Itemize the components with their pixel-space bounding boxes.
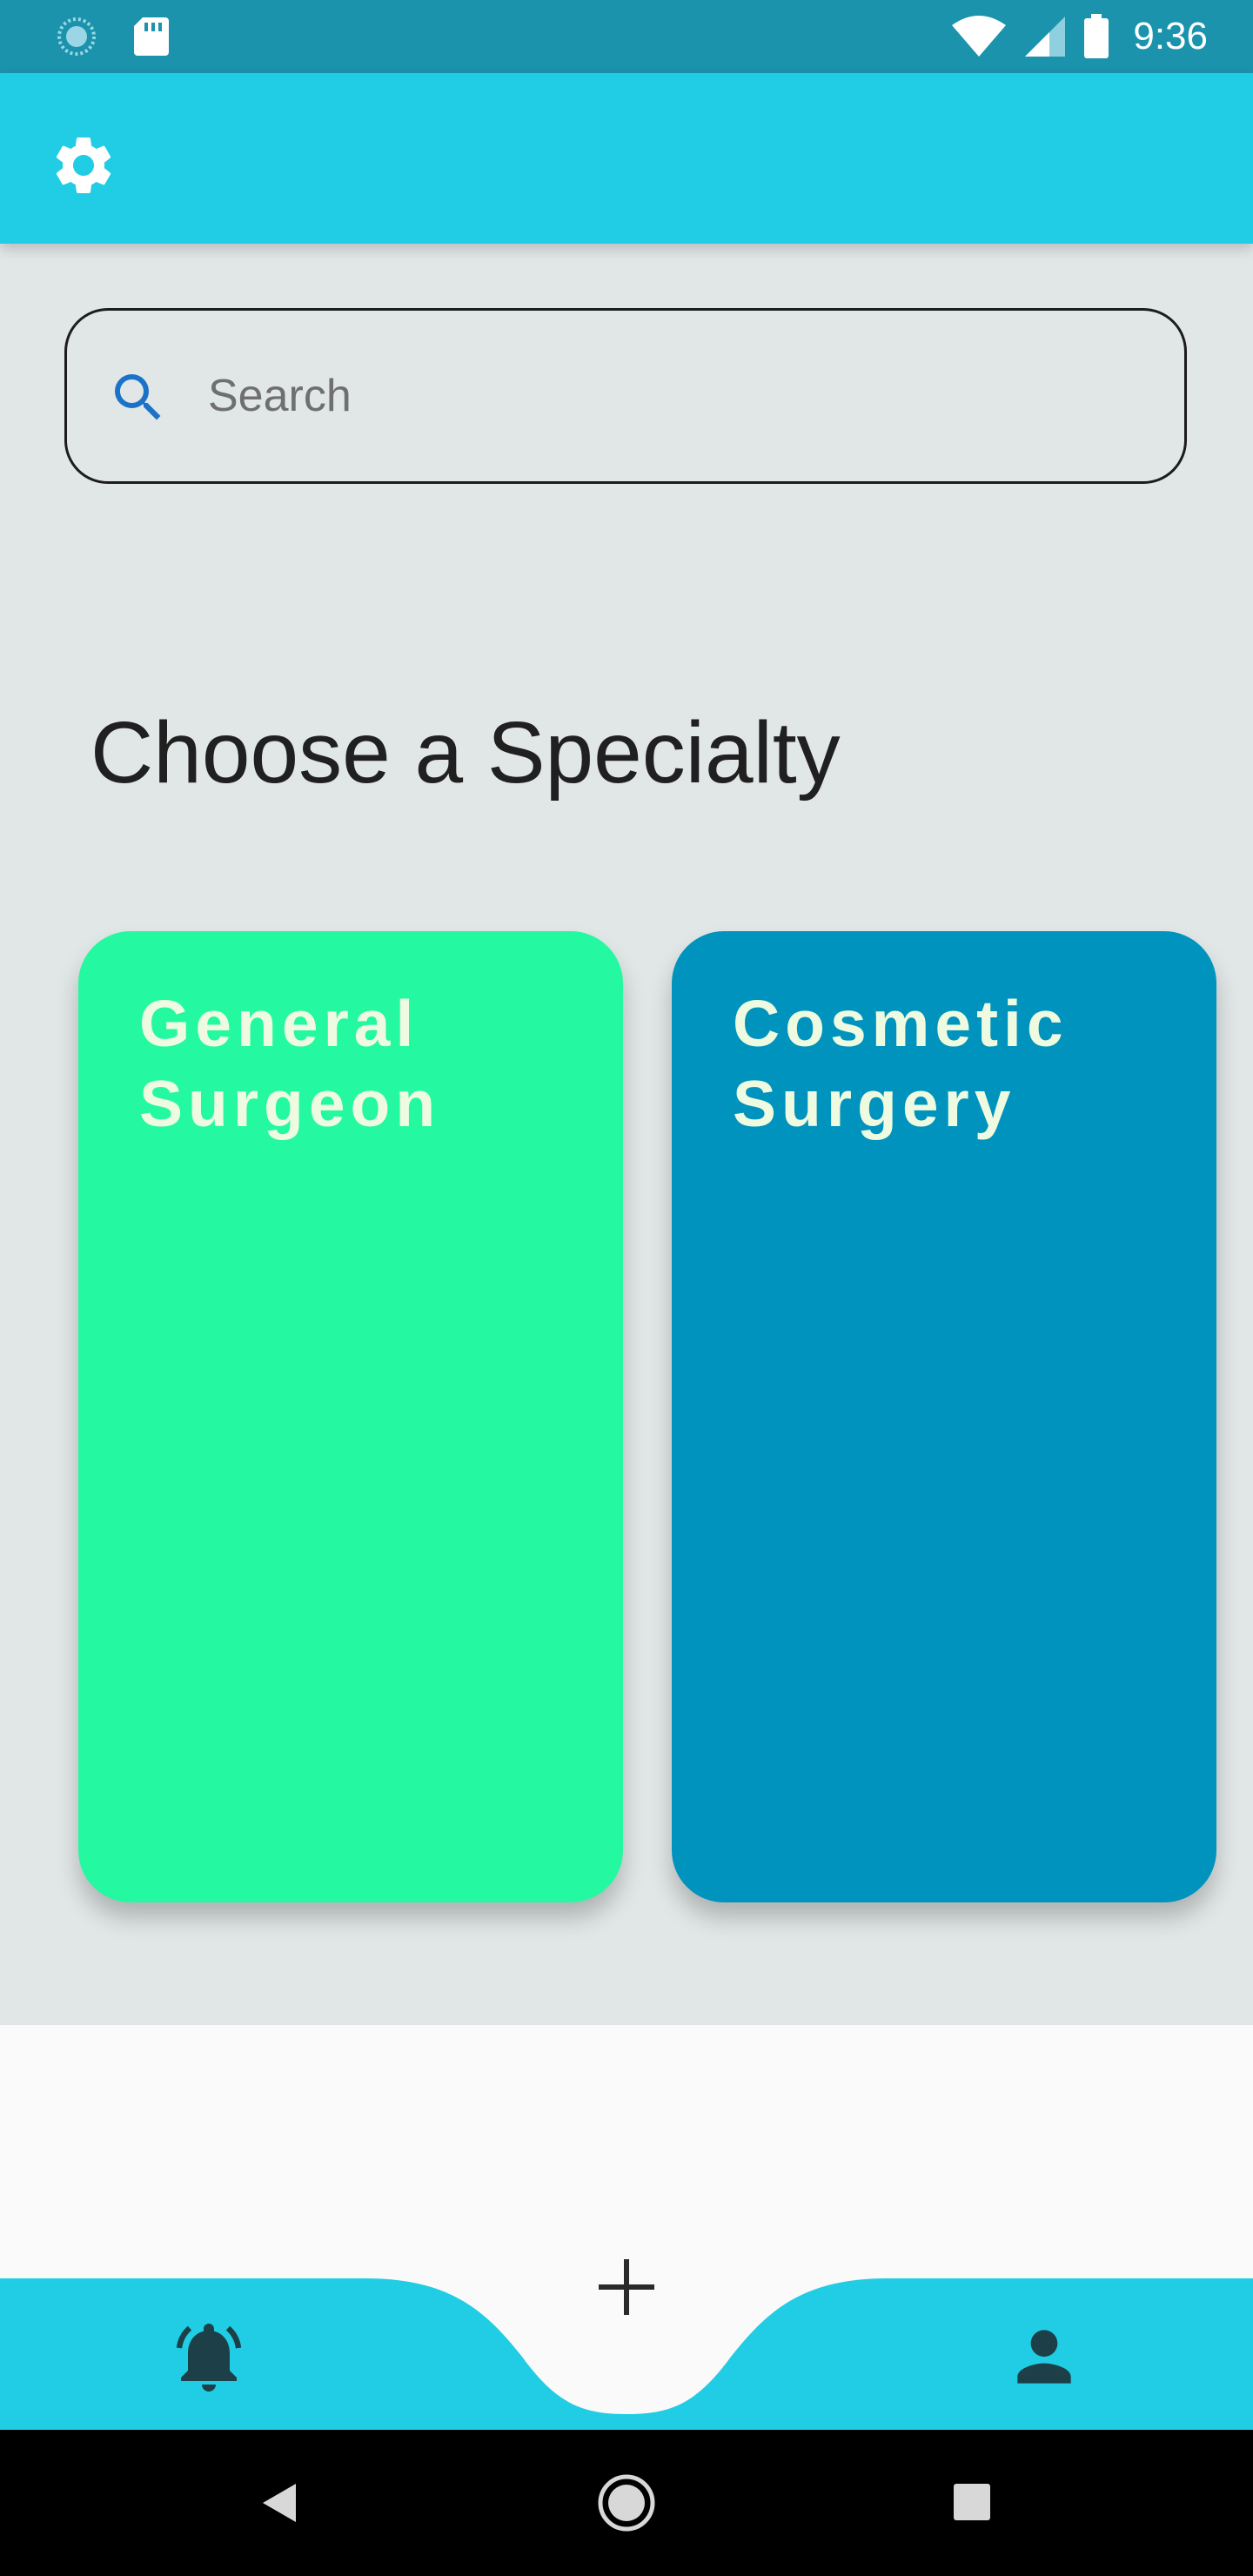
search-box[interactable] <box>64 308 1187 484</box>
search-icon <box>115 374 161 420</box>
app-bar <box>0 73 1253 244</box>
specialty-card-general-surgeon[interactable]: General Surgeon <box>78 931 623 1902</box>
battery-icon <box>1084 14 1109 58</box>
system-nav-bar <box>0 2430 1253 2576</box>
status-bar: 9:36 <box>0 0 1253 73</box>
add-button[interactable] <box>574 2244 679 2331</box>
sd-card-icon <box>134 17 169 56</box>
wifi-icon <box>952 16 1007 57</box>
notifications-button[interactable] <box>157 2304 261 2409</box>
plus-icon <box>599 2259 654 2315</box>
gear-icon <box>56 137 111 193</box>
specialty-card-cosmetic-surgery[interactable]: Cosmetic Surgery <box>672 931 1216 1902</box>
home-icon[interactable] <box>597 2473 656 2532</box>
person-icon <box>1017 2330 1071 2384</box>
signal-icon <box>1025 17 1066 57</box>
bell-icon <box>176 2324 242 2392</box>
status-time: 9:36 <box>1133 15 1208 57</box>
main-content: Choose a Specialty General Surgeon Cosme… <box>0 244 1253 2025</box>
search-input[interactable] <box>206 347 1149 445</box>
card-label: Cosmetic Surgery <box>733 987 1069 1140</box>
card-label: General Surgeon <box>139 987 441 1140</box>
settings-button[interactable] <box>49 131 118 200</box>
sync-icon <box>57 17 96 56</box>
back-icon[interactable] <box>258 2480 299 2526</box>
profile-button[interactable] <box>992 2304 1096 2409</box>
bottom-nav <box>0 2244 1253 2430</box>
page-title: Choose a Specialty <box>90 704 841 802</box>
recents-icon[interactable] <box>952 2482 992 2522</box>
content-footer-area <box>0 2025 1253 2277</box>
